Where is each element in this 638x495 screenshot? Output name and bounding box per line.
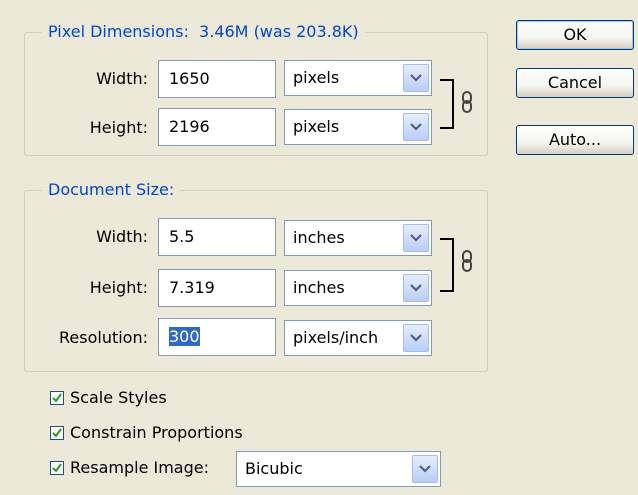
document-size-legend: Document Size: bbox=[42, 180, 181, 200]
resample-method-select[interactable]: Bicubic bbox=[236, 451, 441, 487]
doc-width-input[interactable]: 5.5 bbox=[158, 218, 276, 256]
check-icon bbox=[52, 428, 62, 438]
cancel-button[interactable]: Cancel bbox=[516, 68, 634, 98]
pixel-dimensions-title: Pixel Dimensions: bbox=[48, 22, 189, 41]
resolution-unit-select[interactable]: pixels/inch bbox=[284, 320, 432, 356]
pixel-width-label: Width: bbox=[96, 69, 148, 88]
constrain-proportions-checkbox[interactable] bbox=[50, 426, 64, 440]
resample-image-checkbox[interactable] bbox=[50, 461, 64, 475]
constrain-bracket bbox=[440, 238, 454, 292]
pixel-width-unit-select[interactable]: pixels bbox=[284, 60, 432, 96]
pixel-size-info: 3.46M (was 203.8K) bbox=[199, 22, 359, 41]
constrain-proportions-label[interactable]: Constrain Proportions bbox=[70, 423, 243, 443]
doc-width-unit: inches bbox=[293, 228, 345, 247]
doc-height-input[interactable]: 7.319 bbox=[158, 269, 276, 307]
chevron-down-icon bbox=[403, 64, 429, 92]
chevron-down-icon bbox=[403, 224, 429, 252]
auto-button[interactable]: Auto... bbox=[516, 125, 634, 155]
chain-link-icon bbox=[462, 91, 472, 113]
pixel-dimensions-legend: Pixel Dimensions: 3.46M (was 203.8K) bbox=[42, 22, 365, 42]
ok-button[interactable]: OK bbox=[516, 20, 634, 50]
scale-styles-label[interactable]: Scale Styles bbox=[70, 388, 167, 408]
doc-width-unit-select[interactable]: inches bbox=[284, 220, 432, 256]
pixel-height-unit: pixels bbox=[293, 117, 340, 136]
resolution-input[interactable]: 300 bbox=[158, 318, 276, 356]
chevron-down-icon bbox=[403, 324, 429, 352]
scale-styles-checkbox[interactable] bbox=[50, 391, 64, 405]
pixel-width-unit: pixels bbox=[293, 68, 340, 87]
pixel-width-input[interactable]: 1650 bbox=[158, 60, 276, 98]
pixel-height-unit-select[interactable]: pixels bbox=[284, 109, 432, 145]
check-icon bbox=[52, 393, 62, 403]
constrain-bracket bbox=[440, 79, 454, 129]
check-icon bbox=[52, 463, 62, 473]
doc-height-unit-select[interactable]: inches bbox=[284, 270, 432, 306]
doc-width-label: Width: bbox=[96, 227, 148, 246]
chevron-down-icon bbox=[403, 274, 429, 302]
doc-height-label: Height: bbox=[89, 278, 148, 297]
pixel-height-input[interactable]: 2196 bbox=[158, 108, 276, 146]
pixel-height-label: Height: bbox=[89, 118, 148, 137]
chain-link-icon bbox=[462, 250, 472, 272]
resample-method: Bicubic bbox=[245, 459, 303, 478]
resolution-unit: pixels/inch bbox=[293, 328, 379, 347]
chevron-down-icon bbox=[403, 113, 429, 141]
chevron-down-icon bbox=[412, 455, 438, 483]
doc-height-unit: inches bbox=[293, 278, 345, 297]
resolution-label: Resolution: bbox=[59, 328, 148, 347]
resolution-value: 300 bbox=[169, 327, 200, 346]
resample-image-label[interactable]: Resample Image: bbox=[70, 458, 209, 478]
